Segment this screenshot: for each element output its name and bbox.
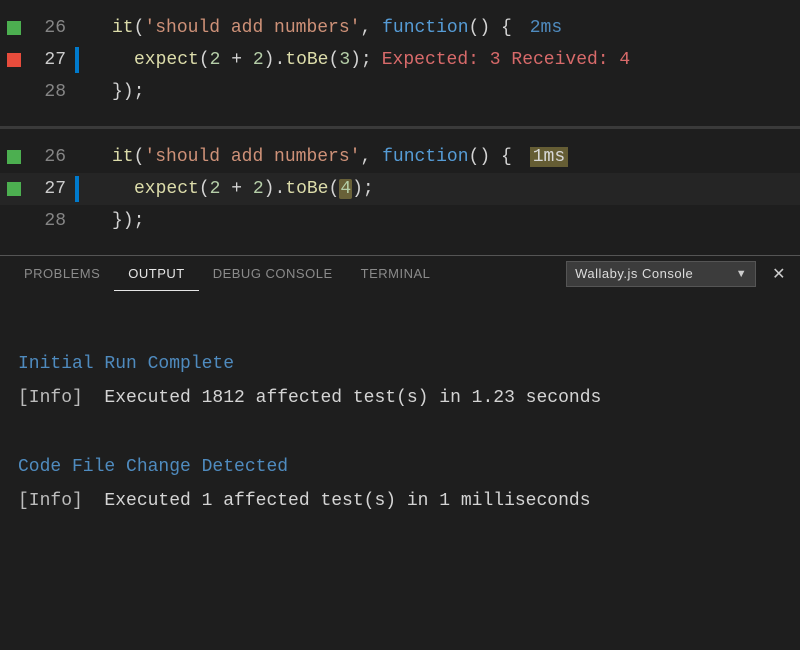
- tab-problems[interactable]: PROBLEMS: [10, 256, 114, 291]
- fail-marker-icon: [7, 53, 21, 67]
- line-number: 28: [28, 82, 72, 102]
- gutter-marker: [0, 182, 28, 196]
- inline-timing: 2ms: [530, 18, 562, 38]
- gutter-marker: [0, 21, 28, 35]
- code-line[interactable]: 28 });: [0, 205, 800, 237]
- pass-marker-icon: [7, 21, 21, 35]
- code-content[interactable]: it('should add numbers', function() {2ms: [82, 18, 562, 38]
- line-number: 26: [28, 18, 72, 38]
- output-tag: [Info]: [18, 388, 83, 408]
- tab-output[interactable]: OUTPUT: [114, 256, 198, 291]
- line-number: 27: [28, 179, 72, 199]
- code-content[interactable]: });: [82, 211, 144, 231]
- chevron-down-icon: ▼: [736, 268, 747, 280]
- code-line[interactable]: 26 it('should add numbers', function() {…: [0, 141, 800, 173]
- line-number: 27: [28, 50, 72, 70]
- pass-marker-icon: [7, 182, 21, 196]
- code-line[interactable]: 26 it('should add numbers', function() {…: [0, 12, 800, 44]
- panel-tab-bar: PROBLEMS OUTPUT DEBUG CONSOLE TERMINAL W…: [0, 255, 800, 291]
- gutter-marker: [0, 53, 28, 67]
- output-panel[interactable]: Initial Run Complete [Info] Executed 181…: [0, 291, 800, 540]
- output-heading: Initial Run Complete: [18, 354, 234, 374]
- editor-pane-after: 26 it('should add numbers', function() {…: [0, 126, 800, 255]
- code-line[interactable]: 27 expect(2 + 2).toBe(4);: [0, 173, 800, 205]
- output-channel-dropdown[interactable]: Wallaby.js Console ▼: [566, 261, 756, 287]
- inline-timing: 1ms: [530, 147, 568, 167]
- code-content[interactable]: expect(2 + 2).toBe(4);: [82, 179, 374, 199]
- code-content[interactable]: });: [82, 82, 144, 102]
- tab-terminal[interactable]: TERMINAL: [347, 256, 445, 291]
- output-line: Executed 1 affected test(s) in 1 millise…: [83, 491, 591, 511]
- changed-value: 4: [339, 179, 352, 199]
- cursor-indicator: [75, 15, 79, 41]
- output-heading: Code File Change Detected: [18, 457, 288, 477]
- code-line[interactable]: 28 });: [0, 76, 800, 108]
- close-panel-button[interactable]: ✕: [756, 264, 792, 284]
- output-tag: [Info]: [18, 491, 83, 511]
- cursor-indicator: [75, 47, 79, 73]
- tab-debug-console[interactable]: DEBUG CONSOLE: [199, 256, 347, 291]
- pass-marker-icon: [7, 150, 21, 164]
- code-content[interactable]: expect(2 + 2).toBe(3);Expected: 3 Receiv…: [82, 50, 630, 70]
- line-number: 26: [28, 147, 72, 167]
- editor-pane-before: 26 it('should add numbers', function() {…: [0, 0, 800, 126]
- cursor-indicator: [75, 79, 79, 105]
- cursor-indicator: [75, 208, 79, 234]
- code-line[interactable]: 27 expect(2 + 2).toBe(3);Expected: 3 Rec…: [0, 44, 800, 76]
- code-content[interactable]: it('should add numbers', function() {1ms: [82, 147, 568, 167]
- line-number: 28: [28, 211, 72, 231]
- cursor-indicator: [75, 176, 79, 202]
- inline-failure: Expected: 3 Received: 4: [382, 50, 631, 70]
- cursor-indicator: [75, 144, 79, 170]
- gutter-marker: [0, 150, 28, 164]
- dropdown-label: Wallaby.js Console: [575, 266, 693, 281]
- output-line: Executed 1812 affected test(s) in 1.23 s…: [83, 388, 601, 408]
